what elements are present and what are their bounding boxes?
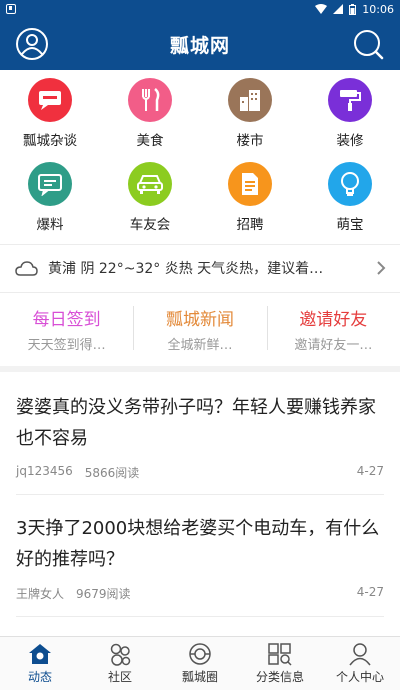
feature-row: 每日签到 天天签到得… 瓢城新闻 全城新鲜… 邀请好友 邀请好友一… bbox=[0, 298, 400, 360]
page-title: 瓢城网 bbox=[169, 34, 230, 57]
wifi-icon bbox=[315, 4, 328, 14]
battery-icon bbox=[349, 3, 357, 15]
user-button[interactable] bbox=[14, 26, 50, 62]
car-icon bbox=[128, 162, 172, 206]
feature-subtitle: 邀请好友一… bbox=[294, 338, 373, 353]
status-bar: 10:06 bbox=[0, 0, 400, 18]
tab-label: 个人中心 bbox=[335, 670, 384, 684]
weather-row[interactable]: 黄浦 阴 22°~32° 炎热 天气炎热，建议着… bbox=[0, 246, 400, 290]
app-header: 瓢城网 bbox=[0, 18, 400, 70]
grid-item-baoliao[interactable]: 爆料 bbox=[0, 156, 100, 240]
cloud-icon bbox=[15, 261, 38, 276]
tab-fenlei[interactable]: 分类信息 bbox=[240, 637, 320, 690]
tab-label: 瓢城圈 bbox=[181, 670, 218, 684]
divider bbox=[0, 292, 400, 293]
tab-gerenzhongxin[interactable]: 个人中心 bbox=[320, 637, 400, 690]
article-date: 4-27 bbox=[356, 585, 384, 599]
tab-label: 动态 bbox=[27, 670, 52, 684]
status-time: 10:06 bbox=[362, 2, 394, 16]
category-icon bbox=[268, 643, 292, 666]
search-icon bbox=[354, 30, 384, 60]
user-icon bbox=[16, 28, 48, 60]
grid-label: 美食 bbox=[136, 133, 164, 149]
divider bbox=[0, 244, 400, 245]
search-button[interactable] bbox=[350, 26, 386, 62]
home-icon bbox=[29, 644, 51, 664]
community-icon bbox=[110, 643, 131, 666]
signal-icon bbox=[333, 4, 344, 14]
article-item[interactable]: 3天挣了2000块想给老婆买个电动车，有什么好的推荐吗？ 王牌女人 9679阅读… bbox=[16, 513, 384, 602]
grid-item-zhaopin[interactable]: 招聘 bbox=[200, 156, 300, 240]
grid-item-zatan[interactable]: 瓢城杂谈 bbox=[0, 72, 100, 156]
grid-label: 车友会 bbox=[129, 217, 171, 233]
tab-shequ[interactable]: 社区 bbox=[80, 637, 160, 690]
weather-text: 黄浦 阴 22°~32° 炎热 天气炎热，建议着… bbox=[48, 261, 324, 277]
article-meta: jq123456 5866阅读 4-27 bbox=[16, 464, 384, 481]
divider bbox=[16, 616, 384, 617]
building-icon bbox=[228, 78, 272, 122]
notification-icon bbox=[6, 4, 16, 14]
chat-icon bbox=[28, 78, 72, 122]
grid-item-meishi[interactable]: 美食 bbox=[100, 72, 200, 156]
tab-bar: 动态 社区 瓢城圈 分类信息 个人中心 bbox=[0, 636, 400, 690]
profile-icon bbox=[349, 643, 371, 666]
message-icon bbox=[28, 162, 72, 206]
feature-subtitle: 天天签到得… bbox=[27, 338, 106, 353]
feature-subtitle: 全城新鲜… bbox=[167, 338, 233, 353]
bulb-icon bbox=[328, 162, 372, 206]
article-author: 王牌女人 bbox=[16, 587, 65, 601]
tab-label: 社区 bbox=[107, 670, 132, 684]
paint-roller-icon bbox=[328, 78, 372, 122]
article-meta: 王牌女人 9679阅读 4-27 bbox=[16, 585, 384, 602]
grid-item-mengbao[interactable]: 萌宝 bbox=[300, 156, 400, 240]
chevron-right-icon bbox=[377, 261, 386, 275]
grid-label: 爆料 bbox=[36, 217, 64, 233]
divider bbox=[16, 494, 384, 495]
grid-item-zhuangxiu[interactable]: 装修 bbox=[300, 72, 400, 156]
quick-grid: 瓢城杂谈 美食 楼市 装修 爆料 车友会 招聘 萌宝 bbox=[0, 72, 400, 240]
grid-item-loushi[interactable]: 楼市 bbox=[200, 72, 300, 156]
feature-checkin[interactable]: 每日签到 天天签到得… bbox=[0, 298, 133, 360]
document-icon bbox=[228, 162, 272, 206]
tab-label: 分类信息 bbox=[255, 670, 304, 684]
fork-knife-icon bbox=[128, 78, 172, 122]
feature-title: 瓢城新闻 bbox=[165, 310, 234, 330]
section-divider bbox=[0, 366, 400, 372]
feature-title: 邀请好友 bbox=[299, 310, 368, 330]
article-views: 5866阅读 bbox=[84, 466, 140, 480]
feature-title: 每日签到 bbox=[32, 310, 101, 330]
feature-news[interactable]: 瓢城新闻 全城新鲜… bbox=[133, 298, 266, 360]
grid-label: 萌宝 bbox=[336, 217, 364, 233]
tab-piaochengquan[interactable]: 瓢城圈 bbox=[160, 637, 240, 690]
tab-dongtai[interactable]: 动态 bbox=[0, 637, 80, 690]
article-item[interactable]: 婆婆真的没义务带孙子吗？年轻人要赚钱养家也不容易 jq123456 5866阅读… bbox=[16, 392, 384, 481]
article-title: 3天挣了2000块想给老婆买个电动车，有什么好的推荐吗？ bbox=[16, 518, 380, 570]
grid-item-cheyouhui[interactable]: 车友会 bbox=[100, 156, 200, 240]
grid-label: 瓢城杂谈 bbox=[23, 133, 77, 149]
article-author: jq123456 bbox=[16, 464, 73, 478]
article-views: 9679阅读 bbox=[76, 587, 131, 601]
feature-invite[interactable]: 邀请好友 邀请好友一… bbox=[266, 298, 400, 360]
grid-label: 招聘 bbox=[236, 217, 264, 233]
grid-label: 楼市 bbox=[236, 133, 264, 149]
article-title: 婆婆真的没义务带孙子吗？年轻人要赚钱养家也不容易 bbox=[16, 397, 376, 449]
circle-icon bbox=[189, 643, 211, 665]
article-date: 4-27 bbox=[356, 464, 384, 478]
grid-label: 装修 bbox=[336, 133, 364, 149]
